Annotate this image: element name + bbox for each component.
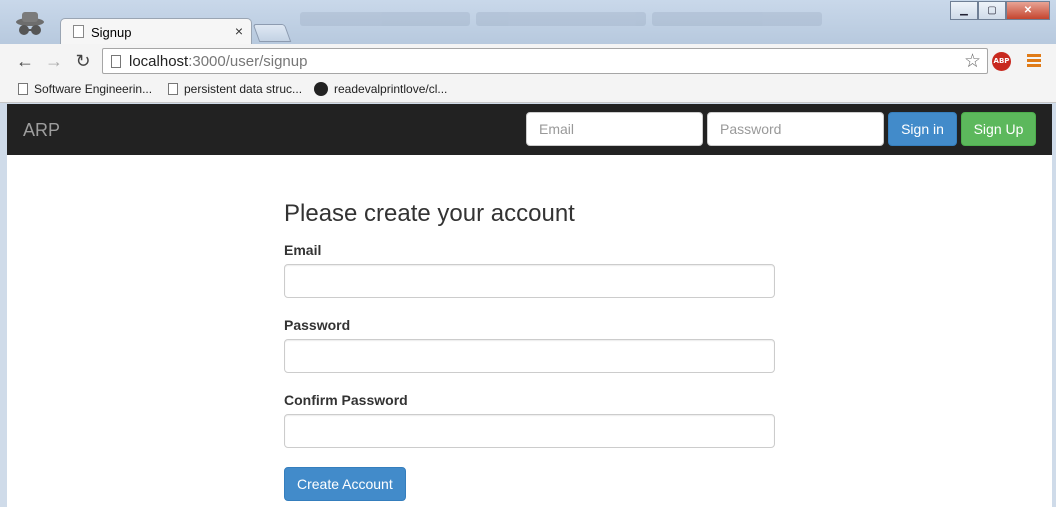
tab-title: Signup xyxy=(91,25,132,40)
bookmark-item[interactable]: Software Engineerin... xyxy=(18,82,152,96)
email-field[interactable] xyxy=(284,264,775,298)
confirm-password-label: Confirm Password xyxy=(284,392,408,408)
password-label: Password xyxy=(284,317,351,333)
new-tab-button[interactable] xyxy=(252,24,292,42)
page-icon xyxy=(73,25,84,38)
minimize-icon[interactable]: ▁ xyxy=(950,1,978,20)
confirm-password-field[interactable] xyxy=(284,414,775,448)
url-host: localhost xyxy=(129,53,189,70)
bookmark-star-icon[interactable]: ☆ xyxy=(964,50,981,73)
page-icon xyxy=(111,55,121,68)
tab-close-icon[interactable]: × xyxy=(235,23,243,39)
email-label: Email xyxy=(284,242,322,258)
adblock-icon[interactable]: ABP xyxy=(992,52,1011,71)
create-account-button[interactable]: Create Account xyxy=(284,467,406,501)
page-icon xyxy=(18,83,28,95)
bookmark-label: Software Engineerin... xyxy=(34,82,153,96)
page-content: ARP Sign in Sign Up Please create your a… xyxy=(7,104,1052,507)
browser-toolbar: ← → ↻ localhost:3000/user/signup ☆ xyxy=(0,44,1056,78)
back-icon[interactable]: ← xyxy=(14,50,36,72)
bookmarks-bar: Software Engineerin... persistent data s… xyxy=(0,78,1056,103)
bookmark-item[interactable]: readevalprintlove/cl... xyxy=(314,82,447,96)
github-icon xyxy=(314,82,328,96)
bookmark-label: persistent data struc... xyxy=(184,82,303,96)
close-window-icon[interactable]: ✕ xyxy=(1006,1,1050,20)
navbar-password-input[interactable] xyxy=(707,112,884,146)
background-tabs xyxy=(300,12,940,32)
url-path: :3000/user/signup xyxy=(188,53,308,70)
url-text[interactable]: localhost:3000/user/signup xyxy=(129,53,307,70)
address-bar[interactable]: localhost:3000/user/signup ☆ xyxy=(102,48,988,74)
bookmark-label: readevalprintlove/cl... xyxy=(334,82,448,96)
navbar-email-input[interactable] xyxy=(526,112,703,146)
browser-menu-icon[interactable] xyxy=(1027,54,1041,69)
sign-in-button[interactable]: Sign in xyxy=(888,112,957,146)
brand-link[interactable]: ARP xyxy=(23,120,60,141)
reload-icon[interactable]: ↻ xyxy=(72,50,94,72)
window-titlebar: Signup × ▁ ▢ ✕ xyxy=(0,0,1056,45)
forward-icon[interactable]: → xyxy=(43,50,65,72)
password-field[interactable] xyxy=(284,339,775,373)
bookmark-item[interactable]: persistent data struc... xyxy=(168,82,302,96)
incognito-icon xyxy=(16,12,44,35)
page-icon xyxy=(168,83,178,95)
sign-up-button[interactable]: Sign Up xyxy=(961,112,1036,146)
signup-form: Please create your account Email Passwor… xyxy=(284,200,775,501)
tab-signup[interactable]: Signup × xyxy=(60,18,252,45)
maximize-icon[interactable]: ▢ xyxy=(978,1,1006,20)
page-title: Please create your account xyxy=(284,200,575,227)
top-navbar: ARP Sign in Sign Up xyxy=(7,104,1052,155)
window-controls: ▁ ▢ ✕ xyxy=(950,1,1050,21)
